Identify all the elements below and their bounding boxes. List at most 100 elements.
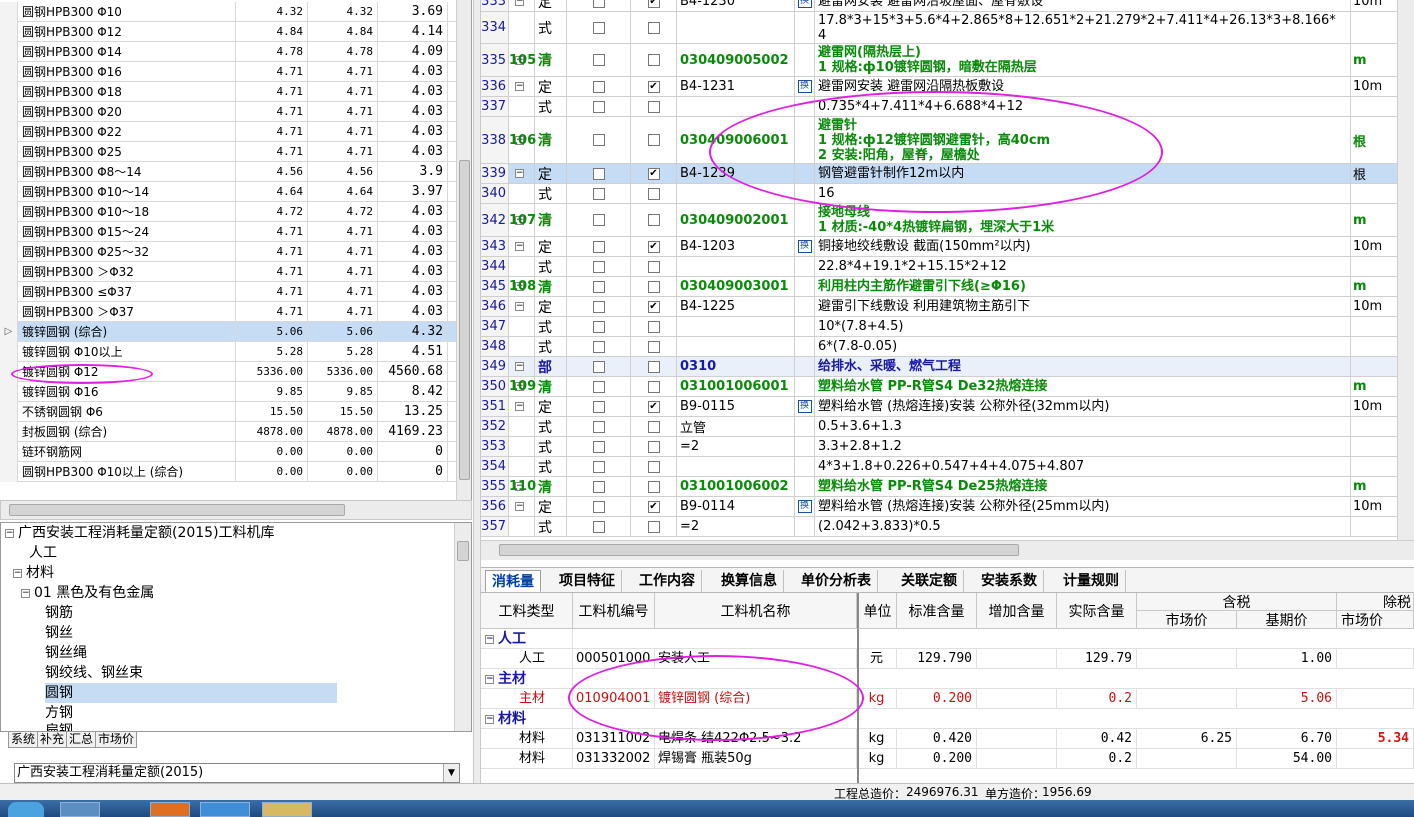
checkbox[interactable] <box>592 100 605 113</box>
row-checkbox-2[interactable] <box>631 457 677 476</box>
row-expander[interactable] <box>509 317 535 336</box>
checkbox[interactable] <box>647 187 660 200</box>
checkbox[interactable] <box>647 460 660 473</box>
cell-market2[interactable]: 5.34 <box>1337 729 1414 749</box>
tree-item-flat-steel[interactable]: 扁钢 <box>45 721 73 731</box>
checkbox[interactable] <box>647 320 660 333</box>
row-checkbox-2[interactable] <box>631 317 677 336</box>
checkbox[interactable] <box>647 21 660 34</box>
table-row[interactable]: 350−109清031001006001塑料给水管 PP-R管S4 De32热熔… <box>481 377 1414 397</box>
col-header-name[interactable]: 工料机名称 <box>655 593 857 629</box>
col-header-unit[interactable]: 单位 <box>857 593 897 629</box>
cell-add[interactable] <box>977 749 1057 769</box>
row-expander[interactable]: − <box>509 237 535 256</box>
cell-add[interactable] <box>977 649 1057 669</box>
row-checkbox-1[interactable] <box>567 164 631 183</box>
checkbox[interactable] <box>592 80 605 93</box>
checkbox[interactable] <box>592 134 605 146</box>
tree-item-square-steel[interactable]: 方钢 <box>45 703 73 723</box>
row-expander[interactable]: − <box>509 0 535 11</box>
checkbox[interactable] <box>592 460 605 473</box>
row-checkbox-2[interactable] <box>631 164 677 183</box>
checkbox[interactable] <box>647 300 660 313</box>
cell-std[interactable]: 129.790 <box>897 649 977 669</box>
tab-5[interactable]: 关联定额 <box>895 570 964 592</box>
row-checkbox-2[interactable] <box>631 357 677 376</box>
row-checkbox-1[interactable] <box>567 397 631 416</box>
checkbox[interactable] <box>592 0 605 8</box>
cell-market2[interactable] <box>1337 689 1414 709</box>
cell-actual[interactable]: 0.2 <box>1057 749 1137 769</box>
table-row[interactable]: 材料 031332002 焊锡膏 瓶装50g kg 0.200 0.2 54.00 <box>481 749 1414 769</box>
table-row[interactable]: 343−定B4-1203换铜接地绞线敷设 截面(150mm²以内)10m <box>481 237 1414 257</box>
checkbox[interactable] <box>647 260 660 273</box>
row-checkbox-1[interactable] <box>567 117 631 163</box>
collapse-icon[interactable]: − <box>21 588 30 598</box>
tree-item-wire-rope[interactable]: 钢丝绳 <box>45 643 87 663</box>
collapse-icon[interactable]: − <box>5 528 14 538</box>
cell-std[interactable]: 0.200 <box>897 689 977 709</box>
start-icon[interactable] <box>8 802 44 817</box>
tree-vscroll-thumb[interactable] <box>457 541 469 561</box>
row-expander[interactable] <box>509 184 535 203</box>
table-row[interactable]: 圆钢HPB300 Φ22 4.71 4.71 4.03 <box>0 122 456 142</box>
taskbar-folder-icon[interactable] <box>262 802 312 817</box>
table-row[interactable]: 335−105清030409005002避雷网(隔热层上)1 规格:ф10镀锌圆… <box>481 44 1414 77</box>
table-row[interactable]: 333−定B4-1230换避雷网安装 避雷网沿坡屋面、屋脊敷设10m <box>481 0 1414 12</box>
tab-6[interactable]: 安装系数 <box>975 570 1044 592</box>
cell-market[interactable]: 6.25 <box>1137 729 1237 749</box>
row-checkbox-2[interactable] <box>631 77 677 96</box>
checkbox[interactable] <box>592 214 605 226</box>
row-checkbox-2[interactable] <box>631 12 677 43</box>
row-expander[interactable]: − <box>509 297 535 316</box>
table-row[interactable]: 353 式 =2 3.3+2.8+1.2 <box>481 437 1414 457</box>
row-checkbox-1[interactable] <box>567 44 631 76</box>
grid-vscroll[interactable] <box>1397 0 1414 540</box>
row-checkbox-1[interactable] <box>567 317 631 336</box>
checkbox[interactable] <box>647 0 660 8</box>
table-row[interactable]: 链环钢筋网 0.00 0.00 0 <box>0 442 456 462</box>
tree-item-labor[interactable]: 人工 <box>29 543 57 563</box>
row-checkbox-1[interactable] <box>567 357 631 376</box>
row-checkbox-1[interactable] <box>567 277 631 296</box>
checkbox[interactable] <box>592 54 605 66</box>
row-expander[interactable]: − <box>509 77 535 96</box>
row-checkbox-1[interactable] <box>567 477 631 496</box>
checkbox[interactable] <box>647 340 660 353</box>
collapse-icon[interactable]: − <box>485 634 494 644</box>
tree-item-round-steel[interactable]: 圆钢 <box>45 683 337 703</box>
tab-3[interactable]: 换算信息 <box>715 570 784 592</box>
cell-std[interactable]: 0.200 <box>897 749 977 769</box>
checkbox[interactable] <box>647 80 660 93</box>
row-expander[interactable] <box>509 437 535 456</box>
table-row[interactable]: 圆钢HPB300 Φ14 4.78 4.78 4.09 <box>0 42 456 62</box>
table-row[interactable]: 圆钢HPB300 Φ16 4.71 4.71 4.03 <box>0 62 456 82</box>
table-row[interactable]: 圆钢HPB300 Φ18 4.71 4.71 4.03 <box>0 82 456 102</box>
col-header-std[interactable]: 标准含量 <box>897 593 977 629</box>
table-row[interactable]: 351− 定 B9-0115换塑料给水管 (热熔连接)安装 公称外径(32mm以内)… <box>481 397 1414 417</box>
row-expander[interactable] <box>509 12 535 43</box>
checkbox[interactable] <box>592 340 605 353</box>
collapse-icon[interactable]: − <box>515 0 524 6</box>
grid-hscroll-thumb[interactable] <box>499 544 1019 556</box>
row-expander[interactable] <box>509 457 535 476</box>
checkbox[interactable] <box>592 260 605 273</box>
checkbox[interactable] <box>592 167 605 180</box>
cell-add[interactable] <box>977 729 1057 749</box>
collapse-icon[interactable]: − <box>515 242 524 251</box>
row-checkbox-1[interactable] <box>567 337 631 356</box>
row-checkbox-1[interactable] <box>567 12 631 43</box>
checkbox[interactable] <box>592 187 605 200</box>
row-checkbox-2[interactable] <box>631 397 677 416</box>
table-row[interactable]: 圆钢HPB300 Φ10～14 4.64 4.64 3.97 <box>0 182 456 202</box>
row-checkbox-2[interactable] <box>631 184 677 203</box>
tree-root[interactable]: − 广西安装工程消耗量定额(2015)工料机库 <box>5 523 275 543</box>
collapse-icon[interactable]: − <box>515 362 524 371</box>
checkbox[interactable] <box>647 214 660 226</box>
table-row[interactable]: 圆钢HPB300 Φ10 4.32 4.32 3.69 <box>0 2 456 22</box>
taskbar-browser-icon[interactable] <box>200 802 250 817</box>
row-checkbox-2[interactable] <box>631 117 677 163</box>
tree-vscroll[interactable] <box>454 523 471 731</box>
table-row[interactable]: 348 式 6*(7.8-0.05) <box>481 337 1414 357</box>
row-expander[interactable] <box>509 97 535 116</box>
